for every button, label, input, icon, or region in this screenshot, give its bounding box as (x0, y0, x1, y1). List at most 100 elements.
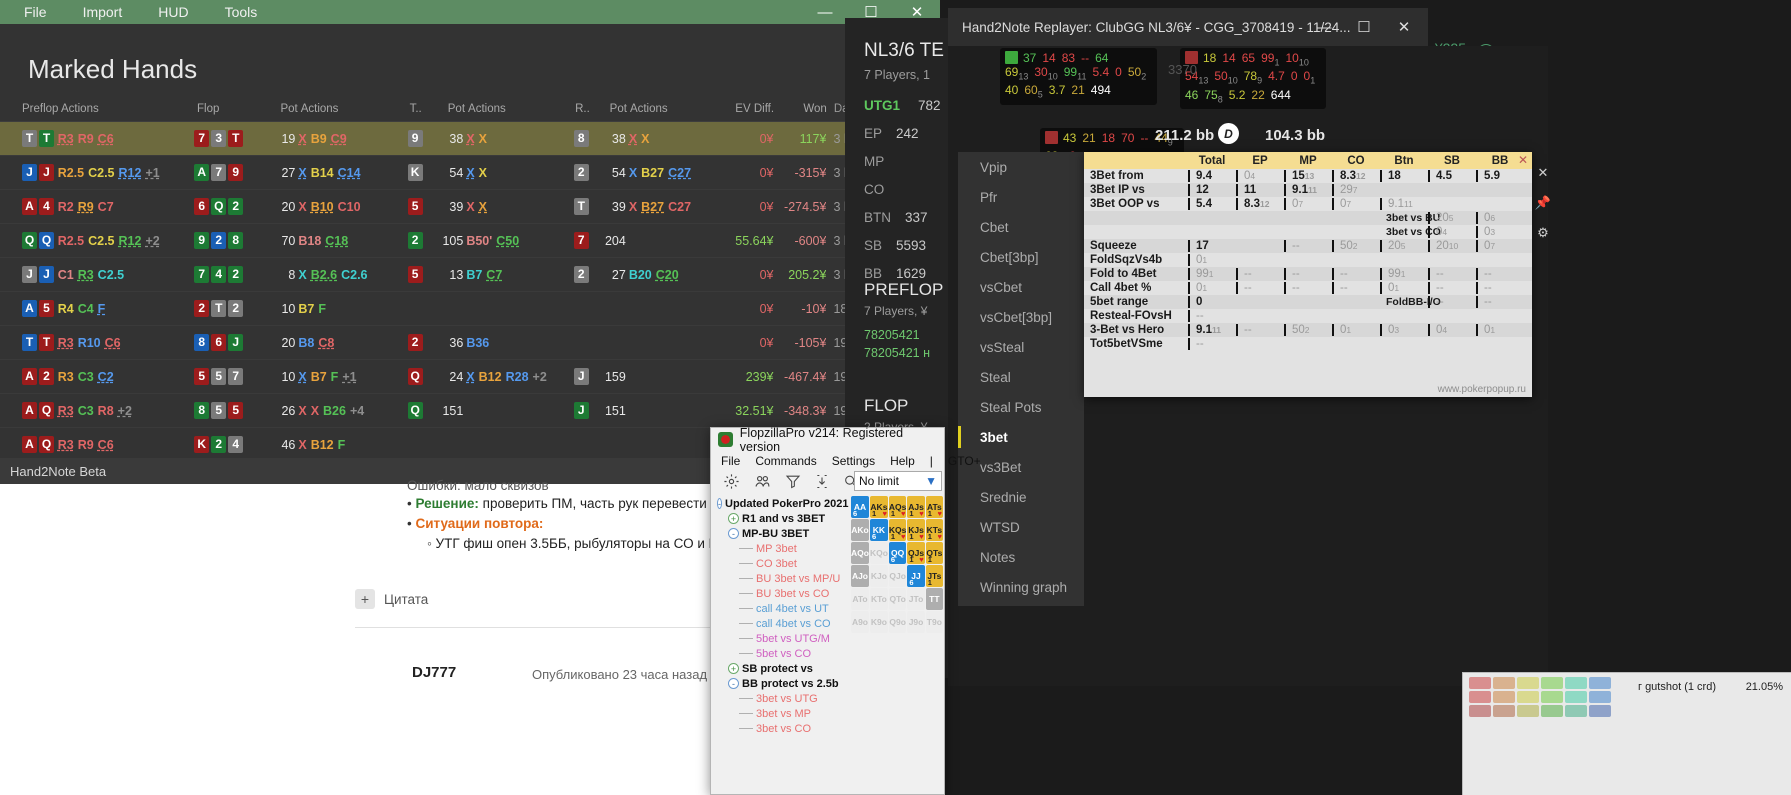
range-cell[interactable]: KQo (869, 542, 888, 564)
table-row[interactable]: TTR3R9C673T19XB9C9938XX838XX0¥117¥3 hour… (0, 122, 940, 156)
close-icon[interactable]: ✕ (1532, 158, 1554, 188)
menu-file[interactable]: File (6, 1, 65, 23)
popup-col-header[interactable]: SB (1428, 155, 1476, 167)
expand-icon[interactable]: + (728, 513, 739, 524)
tree-node[interactable]: 3bet vs CO (717, 721, 847, 736)
minimize-icon[interactable]: — (1304, 8, 1344, 46)
tree-node[interactable]: call 4bet vs UT (717, 601, 847, 616)
col-actions-2[interactable]: Actions (298, 103, 407, 115)
range-cell[interactable]: ATs 1 ♥ (925, 496, 943, 518)
stat-menu-item-3bet[interactable]: 3bet (958, 422, 1084, 452)
stat-menu-item-vscbet[interactable]: vsCbet (958, 272, 1084, 302)
col-ev-diff[interactable]: EV Diff. (721, 103, 774, 115)
range-cell[interactable]: JTs 1 (925, 565, 943, 587)
popup-col-header[interactable]: Total (1188, 155, 1236, 167)
stat-menu-item-vssteal[interactable]: vsSteal (958, 332, 1084, 362)
range-cell[interactable]: KTs 1 ♥ (925, 519, 943, 541)
stat-menu-item-cbet-3bp-[interactable]: Cbet[3bp] (958, 242, 1084, 272)
range-cell[interactable]: AJs 1 ♥ (907, 496, 925, 518)
tree-node[interactable]: BU 3bet vs MP/U (717, 571, 847, 586)
popup-col-header[interactable]: EP (1236, 155, 1284, 167)
range-cell[interactable]: ATo (851, 588, 869, 610)
people-icon[interactable] (753, 473, 772, 495)
stat-menu-item-cbet[interactable]: Cbet (958, 212, 1084, 242)
range-cell[interactable]: AKo (851, 519, 869, 541)
collapse-icon[interactable]: - (717, 498, 722, 509)
tree-node[interactable]: 3bet vs UTG (717, 691, 847, 706)
gear-icon[interactable] (723, 473, 740, 495)
gear-icon[interactable]: ⚙ (1532, 218, 1554, 248)
range-cell[interactable]: AA 6 (851, 496, 869, 518)
stat-menu-item-wtsd[interactable]: WTSD (958, 512, 1084, 542)
stat-menu-item-steal-pots[interactable]: Steal Pots (958, 392, 1084, 422)
tree-node[interactable]: BU 3bet vs CO (717, 586, 847, 601)
stat-menu-item-vpip[interactable]: Vpip (958, 152, 1084, 182)
stat-menu-item-winning-graph[interactable]: Winning graph (958, 572, 1084, 602)
col-actions-1[interactable]: Actions (58, 103, 194, 115)
menu-import[interactable]: Import (65, 1, 141, 23)
stat-menu-item-srednie[interactable]: Srednie (958, 482, 1084, 512)
range-cell[interactable]: JJ 6 (907, 565, 925, 587)
range-cell[interactable]: QQ 6 (888, 542, 907, 564)
menu-hud[interactable]: HUD (140, 1, 206, 23)
menu-tools[interactable]: Tools (207, 1, 276, 23)
stat-menu-item-notes[interactable]: Notes (958, 542, 1084, 572)
col-preflop[interactable]: Preflop (0, 103, 58, 115)
limit-select[interactable]: No limit ▼ (854, 471, 942, 491)
range-cell[interactable]: KQs 1 ♥ (888, 519, 907, 541)
range-cell[interactable]: A9o (851, 611, 869, 633)
range-cell[interactable]: QTo (888, 588, 907, 610)
pin-icon[interactable]: 📌 (1532, 188, 1554, 218)
minimize-icon[interactable]: — (802, 0, 848, 24)
range-cell[interactable]: JTo (907, 588, 925, 610)
col-pot-2[interactable]: Pot (434, 103, 465, 115)
import-icon[interactable] (814, 473, 830, 495)
stat-menu-item-vscbet-3bp-[interactable]: vsCbet[3bp] (958, 302, 1084, 332)
popup-col-header[interactable]: CO (1332, 155, 1380, 167)
tree-node[interactable]: + R1 and vs 3BET (717, 511, 847, 526)
table-row[interactable]: TTR3R10C686J20B8C8236B360¥-105¥19 hours … (0, 326, 940, 360)
col-actions-3[interactable]: Actions (465, 103, 572, 115)
range-cell[interactable]: QJo (888, 565, 907, 587)
tree-node[interactable]: 3bet vs MP (717, 706, 847, 721)
col-won[interactable]: Won (774, 103, 826, 115)
collapse-icon[interactable]: - (728, 528, 739, 539)
col-river[interactable]: R.. (572, 103, 598, 115)
hud-box[interactable]: 37 14 83 -- 64 6913 3010 9911 5.4 0 502 40 605 3.7 21 4… (1000, 48, 1158, 105)
range-cell[interactable]: K9o (869, 611, 888, 633)
range-cell[interactable]: KK 6 (869, 519, 888, 541)
expand-icon[interactable]: + (728, 663, 739, 674)
menu-gto[interactable]: GTO+ (948, 454, 981, 468)
table-row[interactable]: A Q R3 C3 R8 +2 8 5 5 26 X X B26 +4 Q 151 J 151 32.51¥ -348… (0, 394, 940, 428)
range-cell[interactable]: T9o (925, 611, 943, 633)
range-cell[interactable]: AKs 1 ♥ (869, 496, 888, 518)
popup-col-header[interactable]: Btn (1380, 155, 1428, 167)
range-cell[interactable]: AQs 1 ♥ (888, 496, 907, 518)
col-pot-1[interactable]: Pot (268, 103, 297, 115)
table-row[interactable]: A5R4C4F2T210B7F0¥-10¥18 hours ago (0, 292, 940, 326)
stat-menu-item-steal[interactable]: Steal (958, 362, 1084, 392)
filter-icon[interactable] (785, 473, 801, 495)
table-row[interactable]: A 4 R2 R9 C7 6 Q 2 20 X B10 C10 5 39 X X T 39 X B27 C27 0¥ -27… (0, 190, 940, 224)
tree-node[interactable]: - MP-BU 3BET (717, 526, 847, 541)
collapse-icon[interactable]: - (728, 678, 739, 689)
menu-help[interactable]: Help (890, 454, 915, 468)
col-flop[interactable]: Flop (194, 103, 268, 115)
quote-button[interactable]: + Цитата (355, 589, 428, 609)
tree-node[interactable]: + SB protect vs (717, 661, 847, 676)
range-cell[interactable]: KJs 1 ♥ (907, 519, 925, 541)
tree-node[interactable]: - Updated PokerPro 2021 (717, 496, 849, 511)
tree-node[interactable]: 5bet vs UTG/M (717, 631, 847, 646)
col-turn[interactable]: T.. (407, 103, 434, 115)
range-cell[interactable]: AQo (851, 542, 869, 564)
menu-commands[interactable]: Commands (755, 454, 816, 468)
tree-node[interactable]: call 4bet vs CO (717, 616, 847, 631)
maximize-icon[interactable]: ☐ (1344, 8, 1384, 46)
close-icon[interactable]: ✕ (1384, 8, 1424, 46)
range-cell[interactable]: Q9o (888, 611, 907, 633)
range-cell[interactable]: TT (925, 588, 943, 610)
range-cell[interactable]: AJo (851, 565, 869, 587)
menu-settings[interactable]: Settings (832, 454, 875, 468)
range-cell[interactable]: KTo (869, 588, 888, 610)
table-row[interactable]: A 2 R3 C3 C2 5 5 7 10 X B7 F +1 Q 24 X B12 R28 +2 J 159 239¥ -… (0, 360, 940, 394)
